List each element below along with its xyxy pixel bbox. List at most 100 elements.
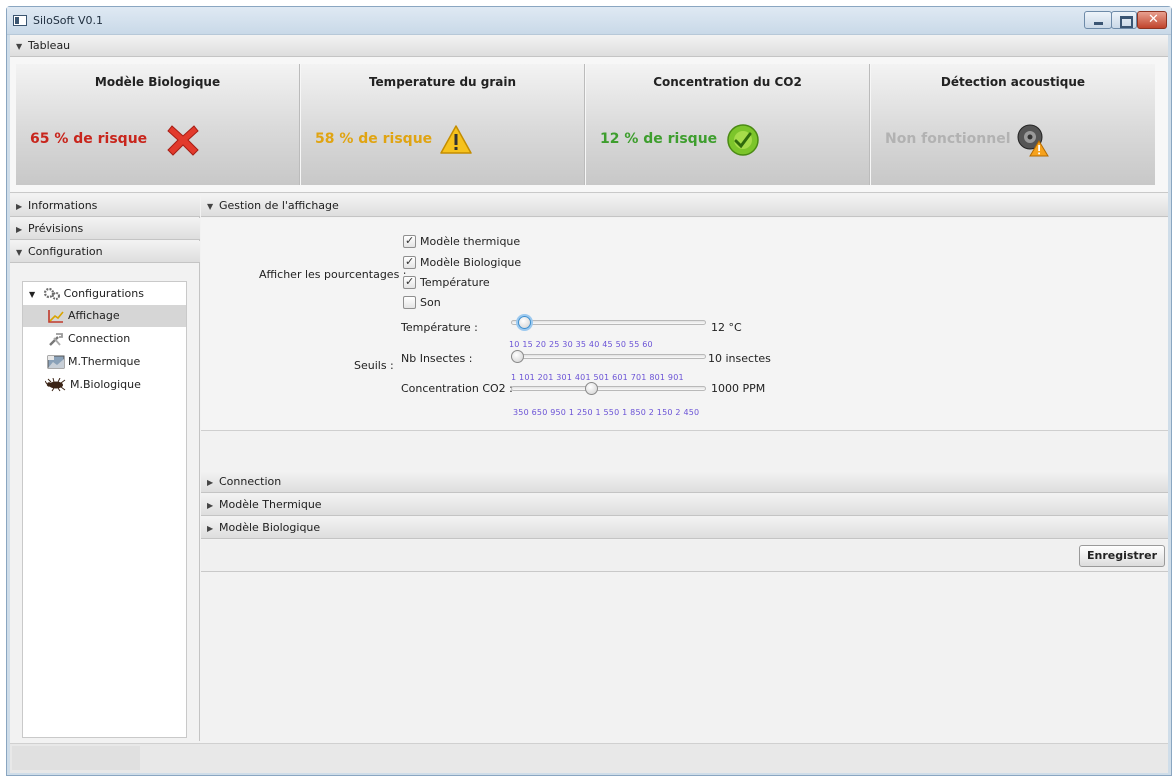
status-segment [12, 746, 140, 770]
close-button[interactable]: ✕ [1137, 11, 1167, 29]
chevron-down-icon: ▼ [16, 248, 23, 257]
chevron-right-icon: ▶ [16, 202, 23, 211]
main-area: ▼ Gestion de l'affichage Afficher les pou… [201, 195, 1168, 741]
tree-item-mbiologique[interactable]: M.Biologique [45, 374, 141, 396]
thermal-image-icon [47, 355, 65, 369]
chevron-right-icon: ▶ [207, 478, 214, 487]
connection-pane-header[interactable]: ▶ Connection [201, 471, 1168, 493]
warning-triangle-icon [440, 125, 472, 154]
checkbox-box[interactable] [403, 254, 416, 270]
temperature-value: 12 °C [711, 321, 742, 334]
tree-item-label: M.Thermique [68, 355, 141, 368]
action-bar: Enregistrer [201, 540, 1168, 572]
card-co2-concentration: Concentration du CO2 12 % de risque [586, 64, 870, 185]
insects-slider-label: Nb Insectes : [401, 352, 473, 365]
speaker-warning-icon [1017, 124, 1049, 157]
temperature-slider-label: Température : [401, 321, 478, 334]
card-risk-value: 58 % de risque [315, 131, 433, 147]
tableau-pane-title: Tableau [28, 39, 71, 52]
checkbox-label: Modèle thermique [420, 235, 521, 248]
co2-slider-label: Concentration CO2 : [401, 382, 513, 395]
tools-icon [49, 333, 63, 346]
minimize-button[interactable] [1084, 11, 1112, 29]
insect-icon [45, 378, 66, 392]
checkbox-thermal-model[interactable]: Modèle thermique [403, 233, 521, 250]
show-percentages-label: Afficher les pourcentages : [259, 268, 407, 281]
section-label: Informations [28, 199, 98, 212]
save-button[interactable]: Enregistrer [1079, 545, 1165, 567]
close-icon: ✕ [1148, 12, 1159, 27]
pane-title: Modèle Biologique [219, 521, 321, 534]
co2-slider-ticks: 1 101 201 301 401 501 601 701 801 901 [511, 373, 684, 382]
window-client-area: ▼ Tableau Modèle Biologique 65 % de risqu… [10, 35, 1168, 773]
card-biological-model: Modèle Biologique 65 % de risque [16, 64, 300, 185]
tree-item-label: Connection [68, 332, 131, 345]
tableau-pane-header[interactable]: ▼ Tableau [10, 35, 1168, 57]
tree-root-configurations[interactable]: ▼ Configurations [29, 283, 144, 305]
thermal-model-pane-header[interactable]: ▶ Modèle Thermique [201, 494, 1168, 516]
tree-item-label: Affichage [68, 309, 120, 322]
checkbox-temperature[interactable]: Température [403, 274, 490, 291]
co2-secondary-ticks: 350 650 950 1 250 1 550 1 850 2 150 2 45… [513, 408, 700, 417]
temperature-slider-thumb[interactable] [518, 316, 532, 329]
ok-check-icon [727, 124, 759, 156]
tree-root-label: Configurations [63, 287, 144, 300]
card-status-value: Non fonctionnel [885, 131, 1011, 147]
card-risk-value: 65 % de risque [30, 131, 148, 147]
sidebar-section-previsions[interactable]: ▶ Prévisions [10, 218, 200, 240]
chart-icon [48, 310, 64, 323]
tree-item-affichage[interactable]: Affichage [23, 305, 186, 327]
insects-value: 10 insectes [708, 352, 771, 365]
card-title: Modèle Biologique [94, 75, 221, 89]
co2-slider-track[interactable] [511, 386, 706, 391]
card-risk-value: 12 % de risque [600, 131, 718, 147]
section-label: Prévisions [28, 222, 84, 235]
card-title: Concentration du CO2 [653, 75, 802, 89]
checkbox-sound[interactable]: Son [403, 295, 441, 311]
app-icon [13, 15, 27, 26]
chevron-down-icon: ▼ [207, 202, 214, 211]
error-cross-icon [167, 125, 199, 156]
maximize-button[interactable] [1111, 11, 1137, 29]
card-title: Temperature du grain [368, 75, 517, 89]
card-title: Détection acoustique [940, 75, 1086, 89]
insects-slider-track[interactable] [511, 354, 706, 359]
dashboard: Modèle Biologique 65 % de risque Tempera… [10, 57, 1168, 193]
card-acoustic-detection: Détection acoustique Non fonctionnel [871, 64, 1155, 185]
sidebar: ▶ Informations ▶ Prévisions ▼ Configuration… [10, 195, 200, 741]
co2-value: 1000 PPM [711, 382, 766, 395]
checkbox-label: Modèle Biologique [420, 256, 522, 269]
tree-item-connection[interactable]: Connection [47, 328, 130, 350]
title-bar[interactable]: SiloSoft V0.1 ✕ [7, 7, 1171, 35]
status-bar [10, 743, 1168, 773]
biological-model-pane-header[interactable]: ▶ Modèle Biologique [201, 517, 1168, 539]
chevron-right-icon: ▶ [16, 225, 23, 234]
tree-item-label: M.Biologique [70, 378, 141, 391]
checkbox-box[interactable] [403, 233, 416, 249]
display-settings-pane-header[interactable]: ▼ Gestion de l'affichage [201, 195, 1168, 217]
application-window: SiloSoft V0.1 ✕ ▼ Tableau Modèle Biologiq… [6, 6, 1172, 776]
section-label: Configuration [28, 245, 103, 258]
sidebar-section-configuration[interactable]: ▼ Configuration [10, 241, 200, 263]
checkbox-biological-model[interactable]: Modèle Biologique [403, 254, 522, 271]
insects-slider-ticks: 10 15 20 25 30 35 40 45 50 55 60 [509, 340, 653, 349]
tree-item-mthermique[interactable]: M.Thermique [47, 351, 140, 373]
co2-slider-thumb[interactable] [585, 382, 599, 395]
gears-icon [43, 287, 60, 300]
chevron-down-icon: ▼ [29, 290, 36, 299]
pane-title: Gestion de l'affichage [219, 199, 339, 212]
pane-title: Modèle Thermique [219, 498, 322, 511]
display-settings-panel: Afficher les pourcentages : Modèle therm… [201, 218, 1168, 431]
configuration-tree: ▼ Configurations Affichage Connection M.… [22, 281, 187, 738]
checkbox-box[interactable] [403, 295, 416, 309]
temperature-slider-track[interactable] [511, 320, 706, 325]
sidebar-section-informations[interactable]: ▶ Informations [10, 195, 200, 217]
chevron-down-icon: ▼ [16, 42, 23, 51]
insects-slider-thumb[interactable] [511, 350, 524, 363]
pane-title: Connection [219, 475, 282, 488]
window-title: SiloSoft V0.1 [33, 14, 104, 27]
card-grain-temperature: Temperature du grain 58 % de risque [301, 64, 585, 185]
thresholds-label: Seuils : [354, 359, 394, 372]
checkbox-label: Température [420, 276, 490, 289]
checkbox-box[interactable] [403, 274, 416, 290]
